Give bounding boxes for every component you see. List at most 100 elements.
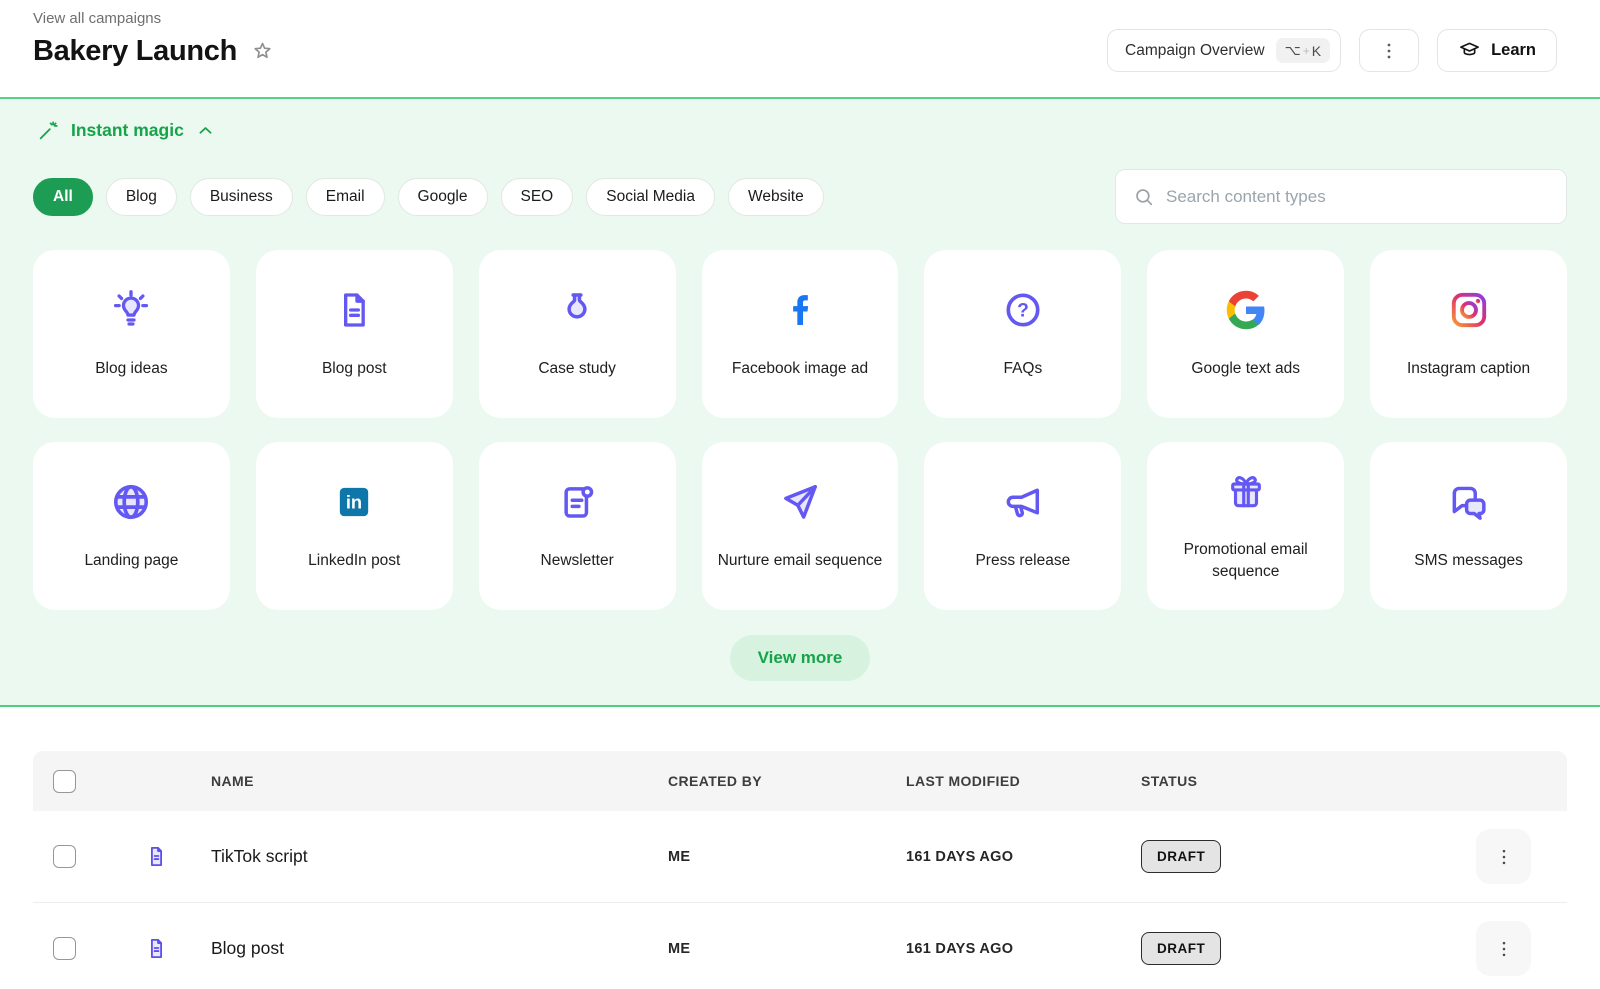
document-icon [145,845,168,868]
kebab-menu-icon [1378,40,1400,62]
card-label: LinkedIn post [308,550,400,572]
column-last-modified: LAST MODIFIED [906,773,1141,789]
megaphone-icon [1001,480,1045,524]
card-nurture-email-sequence[interactable]: Nurture email sequence [702,442,899,610]
filter-pill-all[interactable]: All [33,178,93,216]
learn-button[interactable]: Learn [1437,29,1557,72]
filter-pill-business[interactable]: Business [190,178,293,216]
google-icon [1225,289,1267,331]
select-all-checkbox[interactable] [53,770,76,793]
row-checkbox[interactable] [53,845,76,868]
content-type-cards: Blog ideas Blog post Case study Facebook… [33,250,1567,610]
card-label: SMS messages [1414,550,1523,572]
filter-pill-seo[interactable]: SEO [501,178,574,216]
card-label: Facebook image ad [732,358,868,380]
filter-pill-blog[interactable]: Blog [106,178,177,216]
search-input[interactable] [1166,187,1549,207]
breadcrumb[interactable]: View all campaigns [33,10,1557,27]
card-newsletter[interactable]: Newsletter [479,442,676,610]
card-label: Instagram caption [1407,358,1530,380]
shortcut-key: K [1312,43,1321,59]
shortcut-separator: + [1303,44,1310,58]
documents-table: NAME CREATED BY LAST MODIFIED STATUS Tik… [0,707,1600,989]
card-faqs[interactable]: ? FAQs [924,250,1121,418]
card-label: Google text ads [1191,358,1300,380]
linkedin-icon: in [334,482,374,522]
instant-magic-title: Instant magic [71,120,184,141]
gift-icon [1225,470,1267,512]
card-press-release[interactable]: Press release [924,442,1121,610]
table-row[interactable]: Blog post ME 161 DAYS AGO DRAFT [33,903,1567,989]
favorite-star-button[interactable] [251,40,274,63]
chevron-up-icon [195,120,216,141]
row-checkbox[interactable] [53,937,76,960]
view-more-button[interactable]: View more [730,635,871,681]
campaign-overview-label: Campaign Overview [1125,42,1265,60]
card-label: FAQs [1003,358,1042,380]
card-instagram-caption[interactable]: Instagram caption [1370,250,1567,418]
status-badge: DRAFT [1141,932,1221,965]
filter-row: All Blog Business Email Google SEO Socia… [33,169,1567,224]
newsletter-icon [556,481,598,523]
column-name: NAME [211,773,668,789]
table-header-row: NAME CREATED BY LAST MODIFIED STATUS [33,751,1567,811]
card-case-study[interactable]: Case study [479,250,676,418]
facebook-icon [780,290,820,330]
instant-magic-section: Instant magic All Blog Business Email Go… [0,97,1600,707]
row-more-options-button[interactable] [1476,829,1531,884]
card-label: Landing page [84,550,178,572]
graduation-cap-icon [1458,39,1481,62]
kebab-menu-icon [1493,846,1515,868]
magic-wand-icon [37,119,60,142]
filter-pill-google[interactable]: Google [398,178,488,216]
chat-bubbles-icon [1447,480,1491,524]
card-label: Blog post [322,358,387,380]
filter-pill-email[interactable]: Email [306,178,385,216]
document-icon [334,290,374,330]
table-row[interactable]: TikTok script ME 161 DAYS AGO DRAFT [33,811,1567,903]
content-type-filters: All Blog Business Email Google SEO Socia… [33,178,824,216]
card-label: Press release [975,550,1070,572]
card-sms-messages[interactable]: SMS messages [1370,442,1567,610]
row-name[interactable]: TikTok script [211,846,668,867]
question-circle-icon: ? [1002,289,1044,331]
learn-label: Learn [1491,41,1536,60]
status-badge: DRAFT [1141,840,1221,873]
search-content-types-box[interactable] [1115,169,1567,224]
star-icon [251,40,274,63]
campaign-overview-button[interactable]: Campaign Overview ⌥+K [1107,29,1341,72]
column-created-by: CREATED BY [668,773,906,789]
paper-plane-icon [778,480,822,524]
filter-pill-website[interactable]: Website [728,178,824,216]
row-last-modified: 161 DAYS AGO [906,941,1141,957]
row-more-options-button[interactable] [1476,921,1531,976]
instant-magic-toggle[interactable]: Instant magic [33,119,216,142]
row-name[interactable]: Blog post [211,938,668,959]
page-header: View all campaigns Bakery Launch Campaig… [0,0,1600,97]
svg-text:in: in [346,492,362,513]
svg-text:?: ? [1017,301,1029,322]
flask-icon [556,289,598,331]
instagram-icon [1448,289,1490,331]
page-title: Bakery Launch [33,35,237,68]
row-created-by: ME [668,941,906,957]
card-facebook-image-ad[interactable]: Facebook image ad [702,250,899,418]
filter-pill-social-media[interactable]: Social Media [586,178,715,216]
card-label: Newsletter [541,550,614,572]
card-google-text-ads[interactable]: Google text ads [1147,250,1344,418]
lightbulb-icon [110,289,152,331]
card-landing-page[interactable]: Landing page [33,442,230,610]
card-blog-ideas[interactable]: Blog ideas [33,250,230,418]
card-linkedin-post[interactable]: in LinkedIn post [256,442,453,610]
card-promotional-email-sequence[interactable]: Promotional email sequence [1147,442,1344,610]
document-icon [145,937,168,960]
header-more-options-button[interactable] [1359,29,1419,72]
card-label: Promotional email sequence [1159,539,1332,582]
card-blog-post[interactable]: Blog post [256,250,453,418]
card-label: Case study [538,358,616,380]
search-icon [1133,186,1155,208]
kebab-menu-icon [1493,938,1515,960]
column-status: STATUS [1141,773,1456,789]
keyboard-shortcut-badge: ⌥+K [1276,38,1331,63]
card-label: Blog ideas [95,358,167,380]
